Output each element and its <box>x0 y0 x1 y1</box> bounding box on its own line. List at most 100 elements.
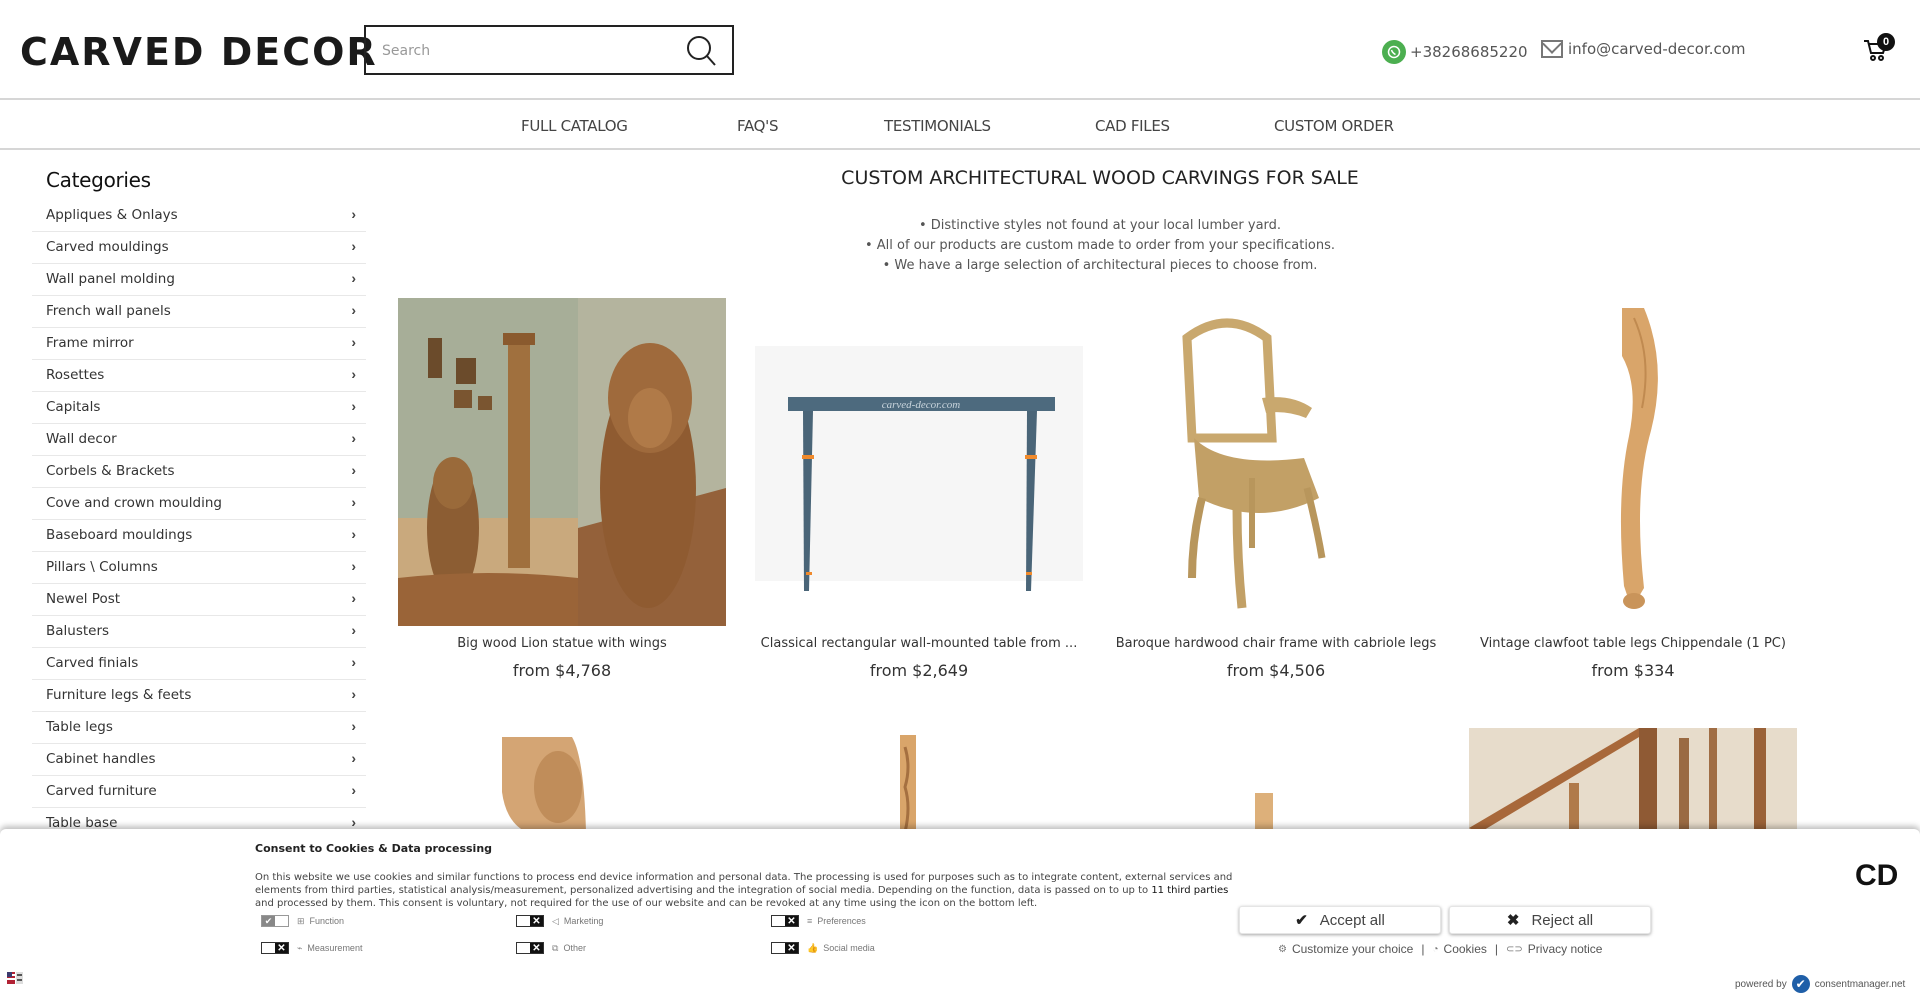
chevron-right-icon: › <box>351 238 356 254</box>
measurement-icon: ⌁ <box>297 942 303 953</box>
language-flag-icon[interactable] <box>7 971 23 984</box>
search-button[interactable] <box>684 34 718 68</box>
product-price: from $4,506 <box>1226 661 1326 680</box>
product-card[interactable]: Big wood Lion statue with wings from $4,… <box>398 298 726 680</box>
link-icon: ⊂⊃ <box>1506 943 1523 955</box>
sidebar-category-item[interactable]: French wall panels › <box>32 296 366 328</box>
chevron-right-icon: › <box>351 462 356 478</box>
category-label: Cove and crown moulding <box>46 495 222 511</box>
toggle-switch-off[interactable]: ✕ <box>771 915 799 927</box>
sidebar-category-item[interactable]: Wall panel molding › <box>32 264 366 296</box>
chevron-right-icon: › <box>351 206 356 222</box>
sidebar-category-item[interactable]: Appliques & Onlays › <box>32 200 366 232</box>
chevron-right-icon: › <box>351 750 356 766</box>
sidebar-category-item[interactable]: Capitals › <box>32 392 366 424</box>
mail-icon <box>1541 40 1563 58</box>
chevron-right-icon: › <box>351 558 356 574</box>
toggle-function[interactable]: ✔ ⊞ Function <box>261 915 344 927</box>
product-image-square-post[interactable] <box>1112 727 1440 832</box>
email-link[interactable]: info@carved-decor.com <box>1541 40 1746 58</box>
sidebar-category-item[interactable]: Table legs › <box>32 712 366 744</box>
sidebar-category-item[interactable]: Furniture legs & feets › <box>32 680 366 712</box>
cookie-text-part: and processed by them. This consent is v… <box>255 898 1038 909</box>
third-parties-link[interactable]: 11 third parties <box>1151 885 1228 896</box>
close-icon: ✖ <box>1506 912 1520 929</box>
toggle-switch-off[interactable]: ✕ <box>516 942 544 954</box>
product-image-staircase-balusters[interactable] <box>1469 728 1797 833</box>
toggle-label: Marketing <box>563 916 604 926</box>
sidebar-title: Categories <box>46 168 151 192</box>
sidebar-category-item[interactable]: Carved mouldings › <box>32 232 366 264</box>
phone-link[interactable]: +38268685220 <box>1382 40 1528 64</box>
toggle-marketing[interactable]: ✕ ◁ Marketing <box>516 915 603 927</box>
toggle-social-media[interactable]: ✕ 👍 Social media <box>771 942 875 954</box>
cookie-links: ⚙ Customize your choice | ◔ Cookies | ⊂⊃… <box>1278 942 1602 956</box>
category-label: Newel Post <box>46 591 121 607</box>
category-label: Table legs <box>46 719 113 735</box>
toggle-label: Measurement <box>307 943 363 953</box>
sidebar-category-item[interactable]: Baseboard mouldings › <box>32 520 366 552</box>
toggle-preferences[interactable]: ✕ ≡ Preferences <box>771 915 866 927</box>
accept-all-label: Accept all <box>1319 911 1385 929</box>
link-separator: | <box>1494 942 1499 956</box>
powered-by[interactable]: powered by ✔ consentmanager.net <box>1735 975 1905 993</box>
sidebar-category-item[interactable]: Cove and crown moulding › <box>32 488 366 520</box>
product-card[interactable]: Vintage clawfoot table legs Chippendale … <box>1469 298 1797 680</box>
privacy-notice-link[interactable]: Privacy notice <box>1528 942 1603 956</box>
search-input[interactable] <box>382 39 682 63</box>
nav-custom-order[interactable]: CUSTOM ORDER <box>1274 117 1394 135</box>
nav-full-catalog[interactable]: FULL CATALOG <box>521 117 628 135</box>
cookie-brand-logo: CD <box>1855 859 1899 892</box>
product-image-lion-corbel[interactable] <box>398 727 726 832</box>
toggle-switch-off[interactable]: ✕ <box>261 942 289 954</box>
sidebar-category-item[interactable]: Pillars \ Columns › <box>32 552 366 584</box>
product-image-baroque-chair[interactable] <box>1112 298 1440 626</box>
toggle-switch-off[interactable]: ✕ <box>771 942 799 954</box>
product-name[interactable]: Baroque hardwood chair frame with cabrio… <box>1112 636 1440 651</box>
reject-all-button[interactable]: ✖ Reject all <box>1449 906 1651 934</box>
nav-faqs[interactable]: FAQ'S <box>737 117 779 135</box>
product-name[interactable]: Classical rectangular wall-mounted table… <box>755 636 1083 651</box>
product-image-clawfoot-leg[interactable] <box>1469 298 1797 626</box>
toggle-label: Social media <box>823 943 875 953</box>
other-icon: ⧉ <box>552 942 559 953</box>
sidebar-category-item[interactable]: Carved furniture › <box>32 776 366 808</box>
page-title: CUSTOM ARCHITECTURAL WOOD CARVINGS FOR S… <box>841 167 1359 189</box>
product-image-wall-table[interactable]: carved-decor.com <box>755 298 1083 626</box>
sidebar-category-item[interactable]: Rosettes › <box>32 360 366 392</box>
chevron-right-icon: › <box>351 686 356 702</box>
toggle-switch-off[interactable]: ✕ <box>516 915 544 927</box>
product-name[interactable]: Big wood Lion statue with wings <box>398 636 726 651</box>
toggle-measurement[interactable]: ✕ ⌁ Measurement <box>261 942 362 954</box>
product-name[interactable]: Vintage clawfoot table legs Chippendale … <box>1469 636 1797 651</box>
customize-choice-link[interactable]: Customize your choice <box>1292 942 1413 956</box>
sidebar-category-item[interactable]: Wall decor › <box>32 424 366 456</box>
powered-by-text: powered by <box>1735 978 1787 990</box>
sidebar-category-item[interactable]: Newel Post › <box>32 584 366 616</box>
intro-bullets: • Distinctive styles not found at your l… <box>400 216 1800 276</box>
chevron-right-icon: › <box>351 526 356 542</box>
sidebar-category-item[interactable]: Corbels & Brackets › <box>32 456 366 488</box>
toggle-label: Preferences <box>817 916 866 926</box>
nav-testimonials[interactable]: TESTIMONIALS <box>884 117 991 135</box>
category-label: Frame mirror <box>46 335 134 351</box>
cookies-link[interactable]: Cookies <box>1444 942 1487 956</box>
product-card[interactable]: Baroque hardwood chair frame with cabrio… <box>1112 298 1440 680</box>
toggle-other[interactable]: ✕ ⧉ Other <box>516 942 586 954</box>
category-label: Rosettes <box>46 367 105 383</box>
accept-all-button[interactable]: ✔ Accept all <box>1239 906 1441 934</box>
product-image-carved-post[interactable] <box>755 727 1083 832</box>
nav-cad-files[interactable]: CAD FILES <box>1095 117 1170 135</box>
sidebar-category-item[interactable]: Balusters › <box>32 616 366 648</box>
product-image-lion-statue[interactable] <box>398 298 726 626</box>
sidebar-category-item[interactable]: Frame mirror › <box>32 328 366 360</box>
sidebar-category-item[interactable]: Cabinet handles › <box>32 744 366 776</box>
site-logo[interactable]: CARVED DECOR <box>20 30 378 74</box>
toggle-switch-on[interactable]: ✔ <box>261 915 289 927</box>
product-card[interactable]: carved-decor.com Classical rectangular w… <box>755 298 1083 680</box>
category-label: Appliques & Onlays <box>46 207 178 223</box>
bullet-item: • All of our products are custom made to… <box>864 238 1336 253</box>
site-header: CARVED DECOR +38268685220 info@carved-de… <box>0 0 1920 100</box>
sidebar-category-item[interactable]: Carved finials › <box>32 648 366 680</box>
chevron-right-icon: › <box>351 398 356 414</box>
